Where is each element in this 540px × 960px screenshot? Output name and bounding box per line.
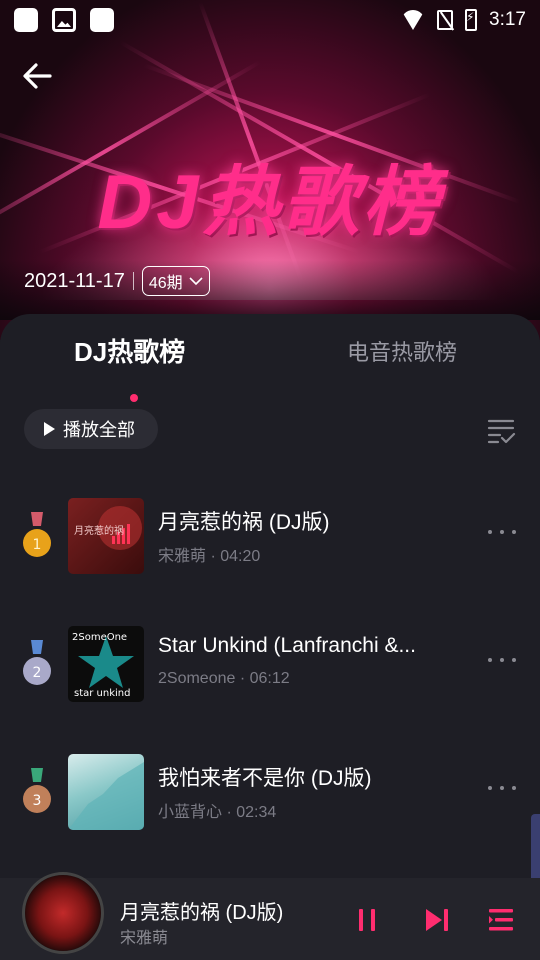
batch-select-button[interactable] bbox=[486, 415, 516, 445]
next-track-button[interactable] bbox=[422, 905, 452, 935]
rank-label: 2 bbox=[33, 665, 42, 681]
more-options-button[interactable] bbox=[488, 786, 516, 794]
playlist-icon bbox=[489, 909, 513, 931]
song-title: 月亮惹的祸 (DJ版) bbox=[158, 511, 330, 534]
no-sim-icon bbox=[437, 10, 454, 30]
now-playing-artist: 宋雅萌 bbox=[120, 930, 169, 947]
song-meta: 小蓝背心 · 02:34 bbox=[158, 804, 277, 821]
chart-date: 2021-11-17 bbox=[24, 269, 125, 292]
notification-icon-2 bbox=[90, 8, 114, 32]
song-title: Star Unkind (Lanfranchi &... bbox=[158, 634, 416, 657]
song-artist: 宋雅萌 bbox=[158, 548, 207, 565]
more-options-button[interactable] bbox=[488, 530, 516, 538]
cover-text: 月亮惹的祸 bbox=[74, 524, 124, 537]
song-row-1[interactable]: 1 月亮惹的祸 月亮惹的祸 (DJ版) 宋雅萌 · 04:20 bbox=[0, 490, 540, 580]
more-options-button[interactable] bbox=[488, 658, 516, 666]
pause-button[interactable] bbox=[352, 905, 382, 935]
chart-date-row: 2021-11-17 46期 bbox=[24, 266, 210, 296]
period-selector[interactable]: 46期 bbox=[141, 266, 210, 296]
song-row-2[interactable]: 2 2SomeOne star unkind Star Unkind (Lanf… bbox=[0, 618, 540, 708]
arrow-left-icon bbox=[23, 63, 52, 89]
song-artist: 2Someone bbox=[158, 670, 236, 687]
cover-text-top: 2SomeOne bbox=[72, 632, 127, 643]
album-cover-2: 2SomeOne star unkind bbox=[68, 626, 144, 702]
divider bbox=[132, 272, 134, 290]
battery-charging-icon bbox=[465, 9, 478, 31]
album-cover-1: 月亮惹的祸 bbox=[68, 498, 144, 574]
rank-label: 1 bbox=[33, 537, 42, 553]
play-all-label: 播放全部 bbox=[63, 420, 135, 440]
song-artist: 小蓝背心 bbox=[158, 804, 223, 821]
chevron-down-icon bbox=[189, 277, 203, 286]
tab-electronic-hot[interactable]: 电音热歌榜 bbox=[347, 335, 457, 367]
active-tab-indicator bbox=[130, 394, 138, 402]
playlist-button[interactable] bbox=[486, 905, 516, 935]
image-icon bbox=[52, 8, 76, 32]
play-icon bbox=[44, 422, 55, 436]
status-time: 3:17 bbox=[489, 9, 526, 30]
song-meta: 宋雅萌 · 04:20 bbox=[158, 548, 261, 565]
skip-next-icon bbox=[426, 909, 448, 931]
bronze-medal-icon: 3 bbox=[23, 768, 51, 813]
album-cover-3 bbox=[68, 754, 144, 830]
now-playing-disc[interactable] bbox=[22, 872, 104, 954]
wifi-icon bbox=[401, 10, 426, 30]
cover-text-bottom: star unkind bbox=[74, 688, 130, 699]
back-button[interactable] bbox=[20, 58, 56, 94]
song-duration: 06:12 bbox=[249, 670, 290, 687]
status-bar: 3:17 bbox=[0, 0, 540, 40]
pause-icon bbox=[359, 909, 375, 931]
song-meta: 2Someone · 06:12 bbox=[158, 670, 290, 687]
hero-title: DJ热歌榜 bbox=[97, 160, 443, 245]
now-playing-title: 月亮惹的祸 (DJ版) bbox=[120, 902, 284, 924]
song-duration: 04:20 bbox=[220, 548, 261, 565]
tab-dj-hot[interactable]: DJ热歌榜 bbox=[74, 332, 185, 369]
tab-bar: DJ热歌榜 电音热歌榜 bbox=[0, 332, 540, 402]
song-duration: 02:34 bbox=[236, 804, 277, 821]
song-row-3[interactable]: 3 我怕来者不是你 (DJ版) 小蓝背心 · 02:34 bbox=[0, 746, 540, 836]
period-label: 46期 bbox=[148, 275, 183, 292]
play-all-button[interactable]: 播放全部 bbox=[24, 409, 158, 449]
rank-label: 3 bbox=[33, 793, 42, 809]
song-title: 我怕来者不是你 (DJ版) bbox=[158, 767, 372, 790]
gold-medal-icon: 1 bbox=[23, 512, 51, 557]
notification-icon bbox=[14, 8, 38, 32]
silver-medal-icon: 2 bbox=[23, 640, 51, 685]
list-check-icon bbox=[487, 419, 516, 444]
